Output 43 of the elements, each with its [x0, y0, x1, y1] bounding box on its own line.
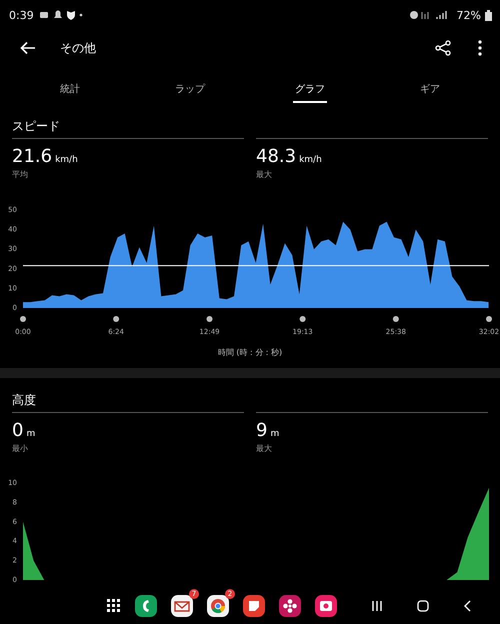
tick-dot: [392, 316, 399, 322]
tick-dot: [206, 316, 213, 322]
section-title: 高度: [11, 392, 37, 409]
status-time: 0:39: [9, 8, 34, 22]
back-icon[interactable]: [463, 600, 471, 612]
app-grid-icon[interactable]: [107, 599, 121, 613]
browser-icon[interactable]: [207, 595, 229, 617]
battery-icon: [485, 10, 492, 20]
stat-value: 21.6: [12, 146, 52, 167]
stat-label: 最大: [256, 169, 273, 180]
note-icon[interactable]: [243, 595, 265, 617]
stat-value: 9: [256, 420, 268, 441]
screen-title: その他: [60, 40, 96, 56]
flower-icon[interactable]: [279, 595, 301, 617]
back-arrow-icon[interactable]: [20, 41, 36, 55]
stat-label: 最小: [12, 443, 29, 454]
stat-label: 平均: [12, 169, 29, 180]
notification-icons: [38, 10, 84, 20]
stat-unit: m: [270, 429, 280, 439]
mail-icon[interactable]: [171, 595, 193, 617]
home-icon[interactable]: [417, 600, 429, 612]
battery-level: 72%: [456, 8, 481, 22]
tick-dot: [486, 316, 492, 322]
tab[interactable]: ラップ: [173, 74, 207, 102]
stat-value: 0: [12, 420, 24, 441]
stat-unit: km/h: [55, 155, 78, 165]
tick-dot: [20, 316, 26, 322]
stat-label: 最大: [256, 443, 273, 454]
tab[interactable]: グラフ: [293, 74, 327, 102]
tab[interactable]: ギア: [418, 74, 442, 102]
share-icon[interactable]: [435, 40, 451, 56]
phone-icon[interactable]: [135, 595, 157, 617]
tick-dot: [113, 316, 120, 322]
more-options-icon[interactable]: [478, 40, 482, 56]
stat-unit: m: [26, 429, 36, 439]
tick-dot: [300, 316, 306, 322]
recent-apps-icon[interactable]: [371, 600, 383, 612]
tab[interactable]: 統計: [58, 74, 82, 102]
axis-title: 時間 (時 : 分 : 秒): [216, 347, 284, 359]
stat-unit: km/h: [299, 155, 322, 165]
camera-icon[interactable]: [315, 595, 337, 617]
stat-value: 48.3: [256, 146, 296, 167]
section-title: スピード: [11, 118, 61, 135]
